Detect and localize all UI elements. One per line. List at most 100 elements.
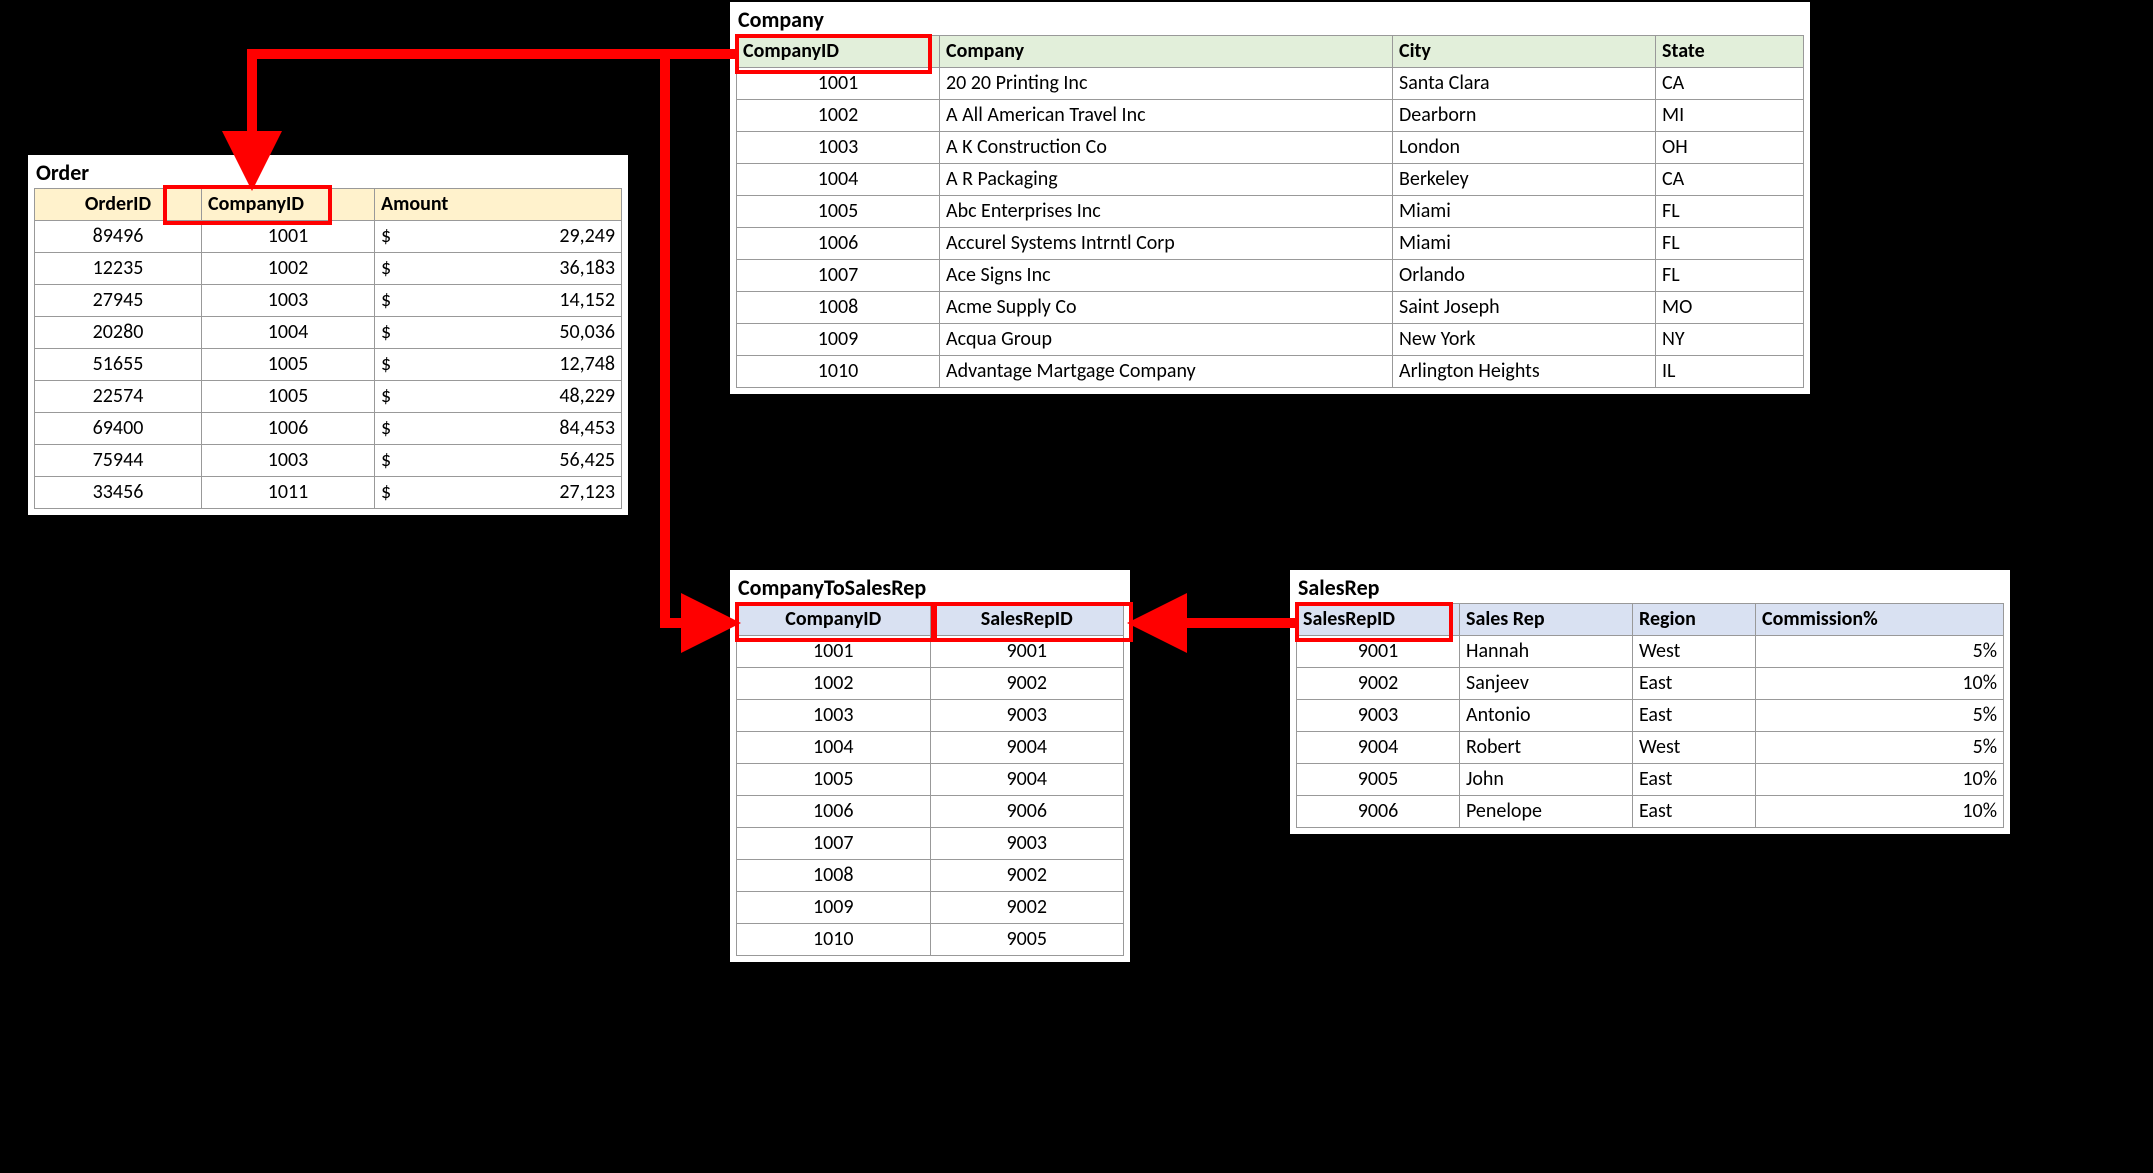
table-row: 10079003 (737, 828, 1124, 860)
table-cell: East (1633, 764, 1756, 796)
table-cell: 9004 (930, 732, 1124, 764)
table-cell: 9005 (1297, 764, 1460, 796)
table-cell: 33456 (35, 477, 202, 509)
company-col-companyid: CompanyID (737, 36, 940, 68)
table-cell: 10% (1756, 764, 2004, 796)
table-cell: John (1460, 764, 1633, 796)
table-cell: MI (1656, 100, 1804, 132)
table-cell: Acqua Group (940, 324, 1393, 356)
table-cell: 9005 (930, 924, 1124, 956)
table-cell: 5% (1756, 732, 2004, 764)
table-cell: East (1633, 668, 1756, 700)
table-row: 1002A All American Travel IncDearbornMI (737, 100, 1804, 132)
table-cell: 9003 (1297, 700, 1460, 732)
table-cell: 89496 (35, 221, 202, 253)
table-cell: 9004 (1297, 732, 1460, 764)
table-cell: 1004 (737, 732, 931, 764)
company-col-state: State (1656, 36, 1804, 68)
salesrep-col-region: Region (1633, 604, 1756, 636)
table-cell: 1002 (737, 668, 931, 700)
table-cell: 1011 (202, 477, 375, 509)
table-cell: Miami (1393, 228, 1656, 260)
table-row: 279451003$14,152 (35, 285, 622, 317)
salesrep-table: SalesRepID Sales Rep Region Commission% … (1296, 603, 2004, 828)
table-cell: 9001 (1297, 636, 1460, 668)
table-cell: 9003 (930, 828, 1124, 860)
table-cell: East (1633, 700, 1756, 732)
table-cell: Sanjeev (1460, 668, 1633, 700)
table-row: 9002SanjeevEast10% (1297, 668, 2004, 700)
table-row: 1004A R PackagingBerkeleyCA (737, 164, 1804, 196)
table-cell: 20280 (35, 317, 202, 349)
table-cell: Saint Joseph (1393, 292, 1656, 324)
table-cell: $14,152 (375, 285, 622, 317)
table-row: 10109005 (737, 924, 1124, 956)
table-row: 202801004$50,036 (35, 317, 622, 349)
order-col-companyid: CompanyID (202, 189, 375, 221)
table-cell: West (1633, 636, 1756, 668)
table-cell: Miami (1393, 196, 1656, 228)
table-cell: 1006 (202, 413, 375, 445)
company-table-card: Company CompanyID Company City State 100… (730, 2, 1810, 394)
table-row: 1009Acqua GroupNew YorkNY (737, 324, 1804, 356)
table-row: 1005Abc Enterprises IncMiamiFL (737, 196, 1804, 228)
table-cell: East (1633, 796, 1756, 828)
table-row: 10059004 (737, 764, 1124, 796)
table-cell: 10% (1756, 796, 2004, 828)
table-cell: London (1393, 132, 1656, 164)
table-row: 1006Accurel Systems Intrntl CorpMiamiFL (737, 228, 1804, 260)
table-cell: 1007 (737, 828, 931, 860)
table-cell: Acme Supply Co (940, 292, 1393, 324)
company-to-salesrep-table-card: CompanyToSalesRep CompanyID SalesRepID 1… (730, 570, 1130, 962)
table-cell: Robert (1460, 732, 1633, 764)
table-row: 9001HannahWest5% (1297, 636, 2004, 668)
table-cell: 1004 (202, 317, 375, 349)
table-cell: 9002 (930, 860, 1124, 892)
table-cell: $84,453 (375, 413, 622, 445)
table-cell: 9003 (930, 700, 1124, 732)
table-cell: Berkeley (1393, 164, 1656, 196)
table-cell: Arlington Heights (1393, 356, 1656, 388)
table-cell: OH (1656, 132, 1804, 164)
table-cell: $50,036 (375, 317, 622, 349)
table-row: 1003A K Construction CoLondonOH (737, 132, 1804, 164)
table-cell: FL (1656, 260, 1804, 292)
table-cell: $27,123 (375, 477, 622, 509)
order-table-card: Order OrderID CompanyID Amount 894961001… (28, 155, 628, 515)
table-cell: 9006 (1297, 796, 1460, 828)
table-cell: 9006 (930, 796, 1124, 828)
table-cell: MO (1656, 292, 1804, 324)
table-row: 10019001 (737, 636, 1124, 668)
table-cell: 69400 (35, 413, 202, 445)
table-cell: 1002 (737, 100, 940, 132)
table-cell: New York (1393, 324, 1656, 356)
table-cell: 1003 (202, 285, 375, 317)
salesrep-title: SalesRep (1298, 574, 2004, 601)
company-title: Company (738, 6, 1804, 33)
table-cell: $36,183 (375, 253, 622, 285)
table-cell: 1005 (202, 381, 375, 413)
order-title: Order (36, 159, 622, 186)
table-row: 1007Ace Signs IncOrlandoFL (737, 260, 1804, 292)
table-cell: FL (1656, 228, 1804, 260)
table-cell: 10% (1756, 668, 2004, 700)
table-row: 10099002 (737, 892, 1124, 924)
table-cell: 1003 (737, 132, 940, 164)
table-row: 9003AntonioEast5% (1297, 700, 2004, 732)
table-cell: 9004 (930, 764, 1124, 796)
c2s-col-salesrepid: SalesRepID (930, 604, 1124, 636)
table-cell: Ace Signs Inc (940, 260, 1393, 292)
table-row: 10089002 (737, 860, 1124, 892)
table-cell: 5% (1756, 636, 2004, 668)
table-row: 10039003 (737, 700, 1124, 732)
table-cell: 1001 (737, 68, 940, 100)
table-cell: 1006 (737, 796, 931, 828)
table-row: 10069006 (737, 796, 1124, 828)
table-cell: Antonio (1460, 700, 1633, 732)
table-cell: 1001 (737, 636, 931, 668)
company-col-company: Company (940, 36, 1393, 68)
order-table: OrderID CompanyID Amount 894961001$29,24… (34, 188, 622, 509)
table-cell: 27945 (35, 285, 202, 317)
table-row: 10049004 (737, 732, 1124, 764)
table-cell: 51655 (35, 349, 202, 381)
